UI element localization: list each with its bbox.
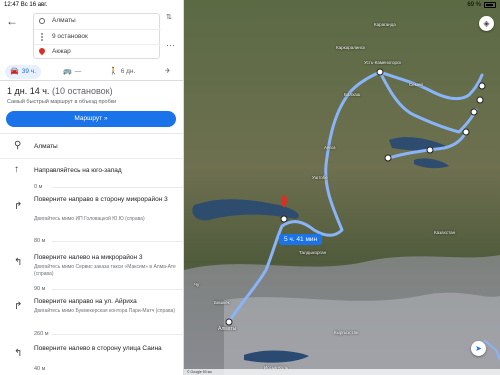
route-stops-count: (10 остановок) (51, 86, 113, 96)
map-label: Уштобе (312, 175, 328, 180)
mode-car[interactable]: 🚘 39 ч. (5, 65, 41, 79)
origin-dot-icon (39, 18, 45, 24)
travel-modes: 🚘 39 ч. 🚌 — 🚶 6 дн. ✈ (0, 63, 183, 81)
arrow-up-icon: ↑ (14, 164, 19, 175)
map-label: Каркаралинск (336, 45, 366, 50)
destination-pin-icon (37, 46, 47, 56)
map-label: Балхаш (344, 92, 361, 97)
turn-right-icon: ↱ (14, 301, 23, 312)
map-label: Бишкек (214, 300, 230, 305)
map-label: Аягоз (324, 145, 336, 150)
step-distance: 0 м (34, 184, 43, 190)
status-right: 69 % (467, 0, 496, 10)
map-label: Караганда (374, 22, 396, 27)
map-label: Чу (194, 282, 200, 287)
stops-field[interactable]: 9 остановок (34, 29, 161, 43)
step-distance: 260 м (34, 331, 49, 337)
divider (0, 133, 183, 134)
status-bar: 12:47 Вс 16 авг. 69 % (0, 0, 500, 10)
divider (52, 187, 183, 188)
car-icon: 🚘 (10, 68, 19, 75)
location-arrow-icon[interactable]: ➤ (471, 341, 486, 356)
route-stops-box: Алматы 9 остановок Акжар (33, 13, 161, 59)
mode-flight[interactable]: ✈ (160, 65, 176, 79)
turn-left-icon: ↰ (14, 348, 23, 359)
swap-arrows-icon[interactable]: ⇅ (166, 13, 172, 21)
route-summary: 1 дн. 14 ч. (10 остановок) (7, 86, 113, 96)
map-canvas (184, 0, 500, 375)
mode-walk[interactable]: 🚶 6 дн. (104, 65, 140, 79)
route-duration: 1 дн. 14 ч. (7, 86, 50, 96)
divider (52, 334, 183, 335)
more-dots-icon[interactable]: ⋯ (166, 40, 175, 51)
status-time: 12:47 Вс 16 авг. (4, 2, 48, 8)
battery-icon (484, 2, 496, 8)
plane-icon: ✈ (165, 68, 171, 75)
divider (52, 241, 183, 242)
map-label: Талдыкорган (299, 250, 327, 255)
map-label: Кыргызстан (334, 330, 359, 335)
start-route-button[interactable]: Маршрут » (6, 111, 176, 127)
walk-icon: 🚶 (109, 68, 118, 75)
chevrons-right-icon: » (103, 115, 108, 122)
turn-left-icon: ↰ (14, 257, 23, 268)
origin-field[interactable]: Алматы (34, 14, 161, 28)
mode-transit[interactable]: 🚌 — (58, 65, 86, 79)
map-label: Алматы (218, 326, 237, 332)
back-arrow-icon[interactable]: ← (6, 14, 18, 28)
step-distance: 80 м (34, 238, 46, 244)
map-scale: © Google 50 км (184, 369, 500, 375)
map-view[interactable]: Караганда Каркаралинск Балхаш Усть-Камен… (184, 0, 500, 375)
step-distance: 90 м (34, 286, 46, 292)
destination-field[interactable]: Акжар (34, 44, 161, 58)
battery-percent: 69 % (467, 2, 481, 8)
divider (52, 289, 183, 290)
map-label: Усть-Каменогорск (364, 60, 402, 65)
layers-icon[interactable]: ◈ (479, 16, 494, 31)
map-label: Семей (409, 82, 423, 87)
step-distance: 40 м (34, 366, 46, 372)
eta-badge[interactable]: 5 ч. 41 мин (279, 234, 323, 245)
directions-panel: ← Алматы 9 остановок Акжар ⇅ ⋯ 🚘 39 ч. 🚌… (0, 0, 184, 375)
map-label: Казахстан (434, 230, 456, 235)
bus-icon: 🚌 (63, 68, 72, 75)
dotted-line-icon (41, 33, 43, 41)
route-subtitle: Самый быстрый маршрут в объезд пробки (7, 99, 117, 105)
location-icon: ⚲ (14, 140, 22, 151)
divider (0, 158, 183, 159)
turn-right-icon: ↱ (14, 201, 23, 212)
